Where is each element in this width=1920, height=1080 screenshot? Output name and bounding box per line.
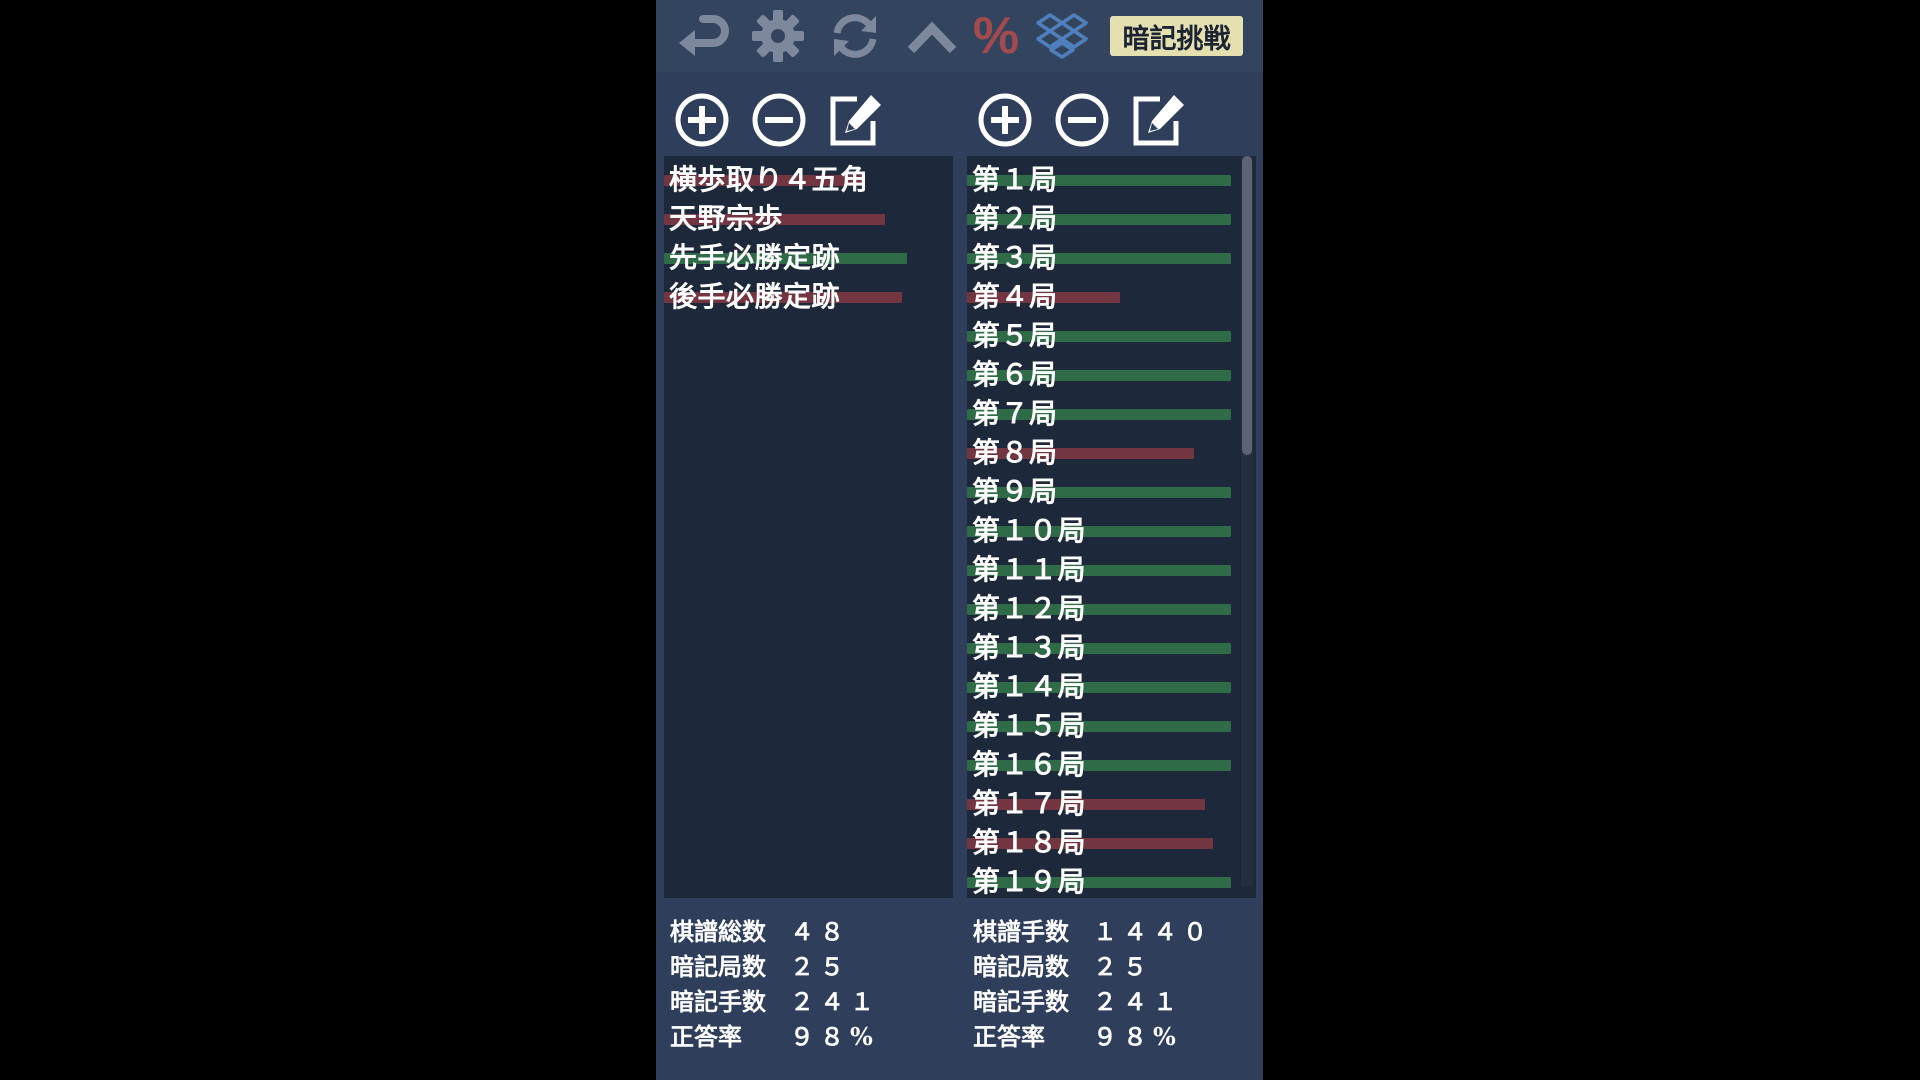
game-item-label: 第１８局 xyxy=(972,826,1087,859)
category-item-label: 天野宗歩 xyxy=(669,202,784,235)
stat-value: ２４１ xyxy=(1093,987,1183,1016)
stat-row: 棋譜手数 １４４０ xyxy=(973,912,1253,947)
game-item[interactable]: 第７局 xyxy=(967,390,1256,430)
stat-row: 暗記局数 ２５ xyxy=(973,947,1253,982)
game-item-label: 第８局 xyxy=(972,436,1058,469)
game-item[interactable]: 第８局 xyxy=(967,429,1256,469)
category-item[interactable]: 先手必勝定跡 xyxy=(664,234,953,274)
game-item[interactable]: 第１７局 xyxy=(967,780,1256,820)
plus-icon xyxy=(675,93,729,147)
game-item[interactable]: 第１０局 xyxy=(967,507,1256,547)
game-item[interactable]: 第１５局 xyxy=(967,702,1256,742)
game-item-label: 第７局 xyxy=(972,397,1058,430)
stat-value: ２５ xyxy=(1093,952,1153,981)
stat-row: 暗記局数 ２５ xyxy=(670,947,950,982)
stat-value: ２５ xyxy=(790,952,850,981)
stat-value: ２４１ xyxy=(790,987,880,1016)
game-item-label: 第２局 xyxy=(972,202,1058,235)
game-item[interactable]: 第２局 xyxy=(967,195,1256,235)
game-item-label: 第１０局 xyxy=(972,514,1087,547)
stat-label: 棋譜総数 xyxy=(670,917,766,946)
stat-row: 正答率 ９８% xyxy=(670,1017,950,1052)
refresh-icon[interactable] xyxy=(825,8,885,64)
game-item[interactable]: 第１３局 xyxy=(967,624,1256,664)
game-item-label: 第５局 xyxy=(972,319,1058,352)
game-item-label: 第１７局 xyxy=(972,787,1087,820)
stat-label: 正答率 xyxy=(670,1022,742,1051)
add-game-button[interactable] xyxy=(974,89,1036,151)
category-item-label: 横歩取り４五角 xyxy=(669,163,869,196)
stat-label: 暗記手数 xyxy=(670,987,766,1016)
game-item-label: 第９局 xyxy=(972,475,1058,508)
game-item-label: 第４局 xyxy=(972,280,1058,313)
game-list[interactable]: 第１局第２局第３局第４局第５局第６局第７局第８局第９局第１０局第１１局第１２局第… xyxy=(967,156,1256,898)
game-item-label: 第１２局 xyxy=(972,592,1087,625)
remove-game-button[interactable] xyxy=(1051,89,1113,151)
game-item-label: 第１局 xyxy=(972,163,1058,196)
category-item[interactable]: 天野宗歩 xyxy=(664,195,953,235)
dropbox-icon[interactable] xyxy=(1032,8,1092,64)
game-item[interactable]: 第１２局 xyxy=(967,585,1256,625)
game-item[interactable]: 第９局 xyxy=(967,468,1256,508)
stat-label: 暗記局数 xyxy=(973,952,1069,981)
game-item-label: 第１５局 xyxy=(972,709,1087,742)
add-category-button[interactable] xyxy=(671,89,733,151)
game-item-label: 第１１局 xyxy=(972,553,1087,586)
stat-label: 暗記局数 xyxy=(670,952,766,981)
game-item[interactable]: 第３局 xyxy=(967,234,1256,274)
game-item[interactable]: 第１８局 xyxy=(967,819,1256,859)
game-item[interactable]: 第４局 xyxy=(967,273,1256,313)
category-item-label: 後手必勝定跡 xyxy=(669,280,841,313)
scroll-thumb[interactable] xyxy=(1242,156,1252,455)
stat-value: ９８% xyxy=(790,1022,879,1051)
game-item-label: 第１４局 xyxy=(972,670,1087,703)
stat-value: ４８ xyxy=(790,917,850,946)
stat-value: ９８% xyxy=(1093,1022,1182,1051)
category-item-label: 先手必勝定跡 xyxy=(669,241,841,274)
edit-category-button[interactable] xyxy=(825,89,887,151)
category-item[interactable]: 横歩取り４五角 xyxy=(664,156,953,196)
plus-icon xyxy=(978,93,1032,147)
edit-icon xyxy=(1133,95,1184,146)
game-item[interactable]: 第６局 xyxy=(967,351,1256,391)
game-item[interactable]: 第５局 xyxy=(967,312,1256,352)
stat-label: 正答率 xyxy=(973,1022,1045,1051)
game-item-label: 第６局 xyxy=(972,358,1058,391)
stat-row: 正答率 ９８% xyxy=(973,1017,1253,1052)
stat-label: 暗記手数 xyxy=(973,987,1069,1016)
category-item[interactable]: 後手必勝定跡 xyxy=(664,273,953,313)
stat-label: 棋譜手数 xyxy=(973,917,1069,946)
game-item-label: 第３局 xyxy=(972,241,1058,274)
minus-icon xyxy=(1055,93,1109,147)
game-item[interactable]: 第１９局 xyxy=(967,858,1256,898)
edit-game-button[interactable] xyxy=(1128,89,1190,151)
collection-stats: 棋譜総数 ４８ 暗記局数 ２５ 暗記手数 ２４１ 正答率 ９８% xyxy=(670,912,950,1052)
percent-icon[interactable]: % xyxy=(966,7,1026,65)
category-stats: 棋譜手数 １４４０ 暗記局数 ２５ 暗記手数 ２４１ 正答率 ９８% xyxy=(973,912,1253,1052)
game-list-scrollbar[interactable] xyxy=(1241,156,1253,886)
stat-row: 暗記手数 ２４１ xyxy=(670,982,950,1017)
game-item[interactable]: 第１４局 xyxy=(967,663,1256,703)
edit-icon xyxy=(830,95,881,146)
gear-icon[interactable] xyxy=(748,8,808,64)
minus-icon xyxy=(752,93,806,147)
undo-icon[interactable] xyxy=(671,8,731,64)
toolbar: % 暗記挑戦 xyxy=(656,0,1263,72)
chevron-up-icon[interactable] xyxy=(902,8,962,64)
app-window: % 暗記挑戦 横歩取り４五角 天野宗歩 先手必勝定跡 後手必勝定跡 第１局 第２… xyxy=(656,0,1263,1080)
game-item-label: 第１６局 xyxy=(972,748,1087,781)
game-item-label: 第１９局 xyxy=(972,865,1087,898)
stat-row: 暗記手数 ２４１ xyxy=(973,982,1253,1017)
game-item-label: 第１３局 xyxy=(972,631,1087,664)
stat-row: 棋譜総数 ４８ xyxy=(670,912,950,947)
remove-category-button[interactable] xyxy=(748,89,810,151)
stat-value: １４４０ xyxy=(1093,917,1213,946)
game-item[interactable]: 第１局 xyxy=(967,156,1256,196)
game-item[interactable]: 第１１局 xyxy=(967,546,1256,586)
memorization-challenge-button[interactable]: 暗記挑戦 xyxy=(1110,16,1243,56)
category-list[interactable]: 横歩取り４五角 天野宗歩先手必勝定跡 後手必勝定跡 xyxy=(664,156,953,898)
game-item[interactable]: 第１６局 xyxy=(967,741,1256,781)
